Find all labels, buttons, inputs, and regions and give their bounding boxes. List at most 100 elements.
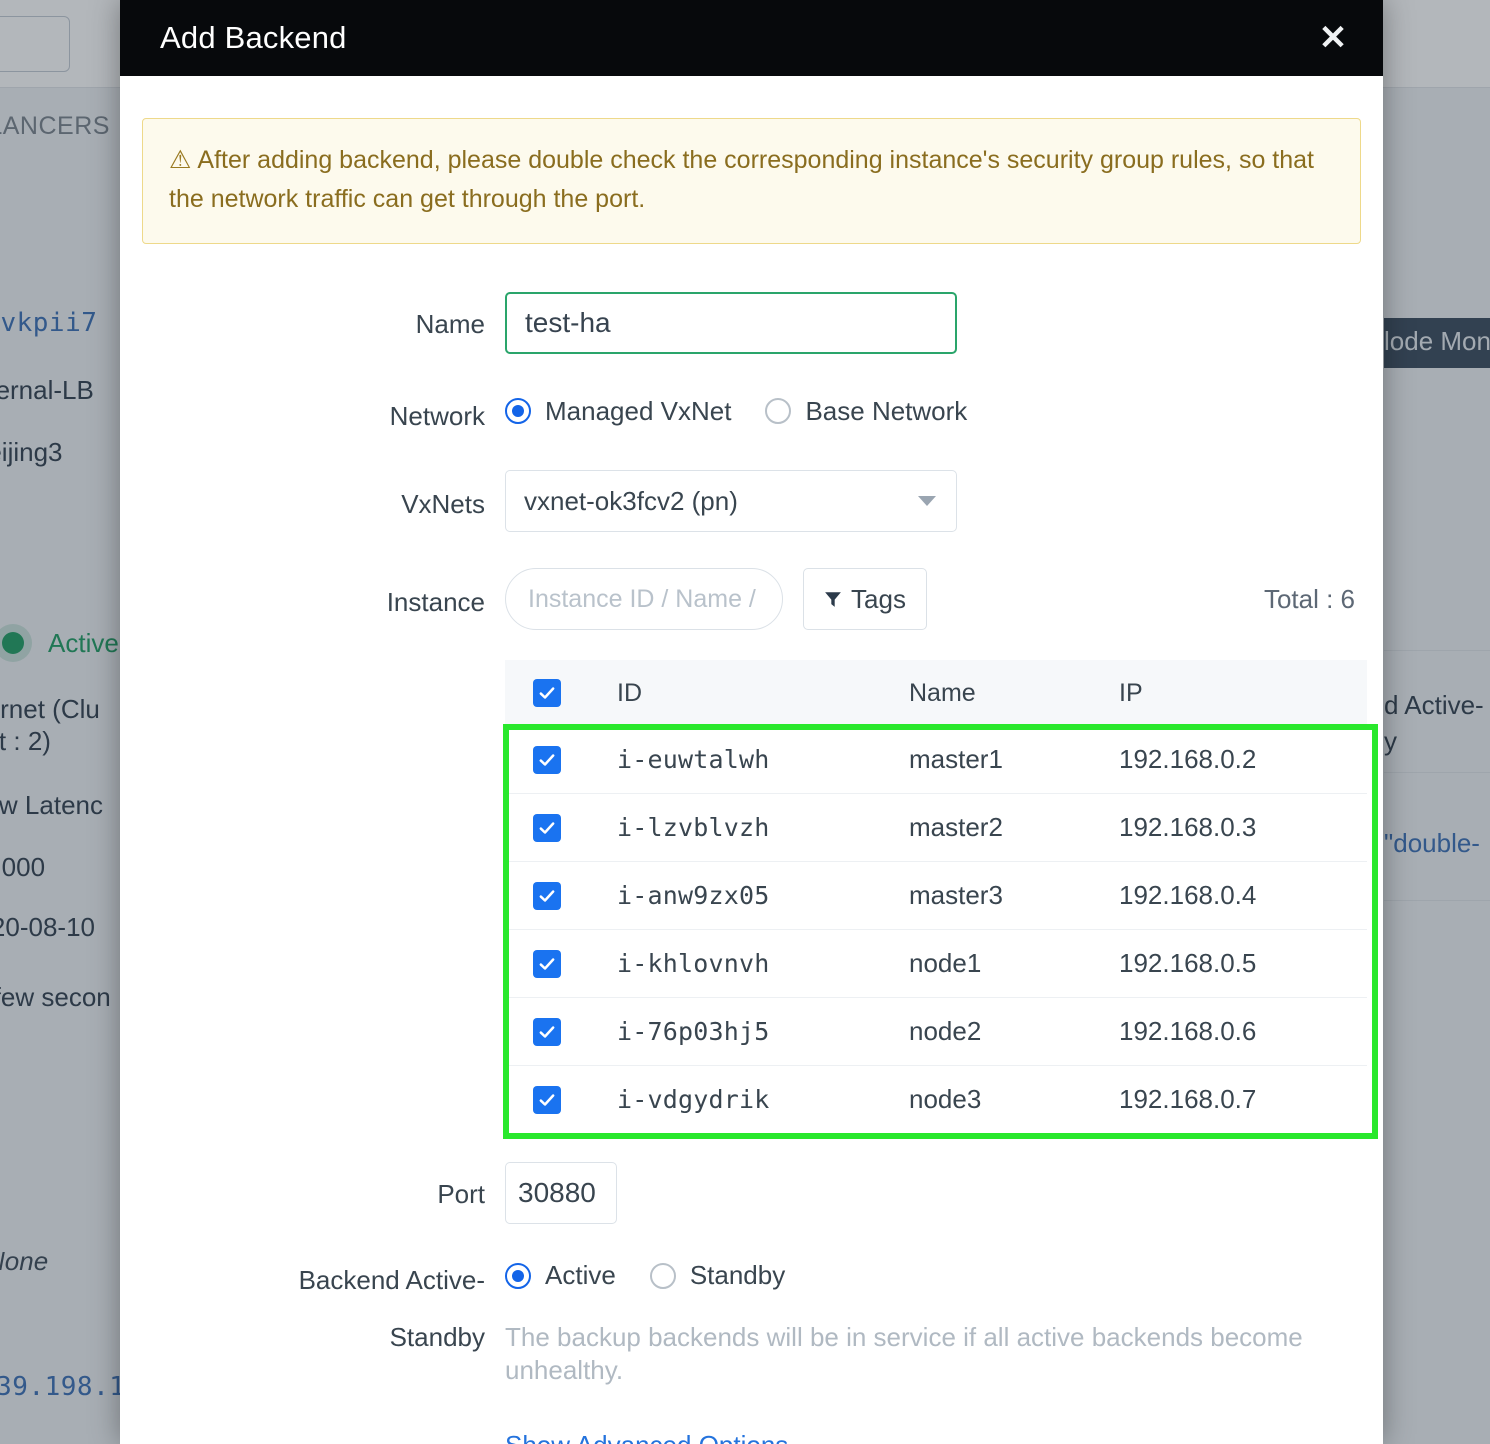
cell-instance-name: node1: [909, 948, 1119, 979]
check-icon: [538, 1091, 556, 1109]
active-standby-radio-group: Active Standby: [505, 1260, 1361, 1291]
row-checkbox-cell: [533, 746, 617, 774]
cell-instance-name: master1: [909, 744, 1119, 775]
close-icon[interactable]: ✕: [1311, 16, 1355, 60]
row-checkbox-cell: [533, 882, 617, 910]
radio-managed-vxnet[interactable]: Managed VxNet: [505, 396, 731, 427]
instance-controls: Tags Total : 6: [505, 568, 1361, 630]
form-row-instance: Instance Tags Total : 6: [142, 568, 1361, 630]
tags-button[interactable]: Tags: [803, 568, 927, 630]
table-row[interactable]: i-euwtalwhmaster1192.168.0.2: [505, 726, 1367, 794]
cell-instance-name: master3: [909, 880, 1119, 911]
row-checkbox-cell: [533, 1086, 617, 1114]
instance-search-input[interactable]: [505, 568, 783, 630]
table-row[interactable]: i-khlovnvhnode1192.168.0.5: [505, 930, 1367, 998]
add-backend-modal: Add Backend ✕ ⚠After adding backend, ple…: [120, 0, 1383, 1444]
instance-total-count: Total : 6: [1264, 584, 1361, 615]
cell-instance-id: i-anw9zx05: [617, 881, 909, 910]
row-checkbox[interactable]: [533, 1086, 561, 1114]
port-input[interactable]: [505, 1162, 617, 1224]
check-icon: [538, 887, 556, 905]
check-icon: [538, 955, 556, 973]
active-standby-label: Backend Active-: [142, 1260, 505, 1297]
form-row-advanced: Show Advanced Options...: [142, 1430, 1361, 1444]
form-row-name: Name: [142, 292, 1361, 354]
row-checkbox[interactable]: [533, 882, 561, 910]
row-checkbox-cell: [533, 814, 617, 842]
modal-title: Add Backend: [160, 20, 347, 56]
cell-instance-ip: 192.168.0.5: [1119, 948, 1367, 979]
radio-dot-icon: [505, 398, 531, 424]
warning-text: After adding backend, please double chec…: [169, 146, 1314, 213]
cell-instance-name: node2: [909, 1016, 1119, 1047]
check-icon: [538, 684, 556, 702]
network-radio-group: Managed VxNet Base Network: [505, 396, 1361, 427]
cell-instance-id: i-76p03hj5: [617, 1017, 909, 1046]
cell-instance-name: master2: [909, 812, 1119, 843]
radio-dot-icon: [650, 1263, 676, 1289]
instance-table: ID Name IP i-euwtalwhmaster1192.168.0.2i…: [505, 660, 1367, 1134]
filter-icon: [824, 590, 842, 608]
cell-instance-id: i-lzvblvzh: [617, 813, 909, 842]
standby-hint-text: The backup backends will be in service i…: [505, 1321, 1361, 1389]
standby-label: Standby: [142, 1321, 505, 1354]
vxnets-select[interactable]: vxnet-ok3fcv2 (pn): [505, 470, 957, 532]
row-checkbox-cell: [533, 950, 617, 978]
radio-dot-icon: [505, 1263, 531, 1289]
cell-instance-name: node3: [909, 1084, 1119, 1115]
radio-active-label: Active: [545, 1260, 616, 1291]
row-checkbox[interactable]: [533, 746, 561, 774]
table-header-row: ID Name IP: [505, 660, 1367, 726]
radio-standby-label: Standby: [690, 1260, 785, 1291]
network-label: Network: [142, 396, 505, 433]
form-row-standby-hint: Standby The backup backends will be in s…: [142, 1321, 1361, 1389]
table-body: i-euwtalwhmaster1192.168.0.2i-lzvblvzhma…: [505, 726, 1367, 1134]
select-all-cell: [533, 679, 617, 707]
name-input[interactable]: [505, 292, 957, 354]
column-header-name: Name: [909, 679, 1119, 708]
radio-active[interactable]: Active: [505, 1260, 616, 1291]
form-row-port: Port: [142, 1162, 1361, 1224]
row-checkbox[interactable]: [533, 950, 561, 978]
cell-instance-id: i-vdgydrik: [617, 1085, 909, 1114]
tags-button-label: Tags: [851, 584, 906, 615]
radio-base-network[interactable]: Base Network: [765, 396, 967, 427]
radio-dot-icon: [765, 398, 791, 424]
vxnets-label: VxNets: [142, 470, 505, 521]
modal-header: Add Backend ✕: [120, 0, 1383, 76]
cell-instance-ip: 192.168.0.7: [1119, 1084, 1367, 1115]
row-checkbox[interactable]: [533, 814, 561, 842]
cell-instance-ip: 192.168.0.3: [1119, 812, 1367, 843]
name-label: Name: [142, 292, 505, 341]
form-row-active-standby: Backend Active- Active Standby: [142, 1260, 1361, 1297]
port-label: Port: [142, 1162, 505, 1211]
column-header-ip: IP: [1119, 679, 1367, 708]
form-row-vxnets: VxNets vxnet-ok3fcv2 (pn): [142, 470, 1361, 532]
check-icon: [538, 751, 556, 769]
cell-instance-id: i-euwtalwh: [617, 745, 909, 774]
vxnets-selected-value: vxnet-ok3fcv2 (pn): [524, 486, 738, 517]
warning-icon: ⚠: [169, 146, 191, 174]
row-checkbox-cell: [533, 1018, 617, 1046]
warning-banner: ⚠After adding backend, please double che…: [142, 118, 1361, 244]
row-checkbox[interactable]: [533, 1018, 561, 1046]
table-row[interactable]: i-lzvblvzhmaster2192.168.0.3: [505, 794, 1367, 862]
check-icon: [538, 1023, 556, 1041]
cell-instance-ip: 192.168.0.2: [1119, 744, 1367, 775]
table-row[interactable]: i-anw9zx05master3192.168.0.4: [505, 862, 1367, 930]
radio-standby[interactable]: Standby: [650, 1260, 785, 1291]
table-row[interactable]: i-vdgydriknode3192.168.0.7: [505, 1066, 1367, 1134]
chevron-down-icon: [918, 496, 936, 506]
show-advanced-options-link[interactable]: Show Advanced Options...: [505, 1430, 810, 1444]
radio-managed-vxnet-label: Managed VxNet: [545, 396, 731, 427]
cell-instance-id: i-khlovnvh: [617, 949, 909, 978]
radio-base-network-label: Base Network: [805, 396, 967, 427]
table-row[interactable]: i-76p03hj5node2192.168.0.6: [505, 998, 1367, 1066]
check-icon: [538, 819, 556, 837]
instance-label: Instance: [142, 568, 505, 619]
cell-instance-ip: 192.168.0.4: [1119, 880, 1367, 911]
modal-body: ⚠After adding backend, please double che…: [120, 118, 1383, 1444]
select-all-checkbox[interactable]: [533, 679, 561, 707]
form-row-network: Network Managed VxNet Base Network: [142, 396, 1361, 433]
column-header-id: ID: [617, 679, 909, 708]
